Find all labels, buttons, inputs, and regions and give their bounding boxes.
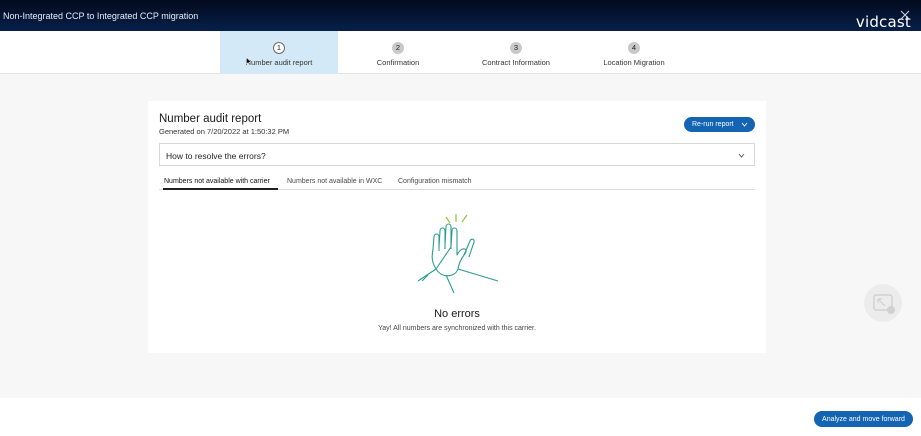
mouse-cursor-icon bbox=[246, 57, 252, 65]
step-number: 1 bbox=[273, 42, 285, 54]
step-confirmation[interactable]: 2 Confirmation bbox=[339, 31, 457, 74]
report-title: Number audit report bbox=[159, 113, 262, 125]
wizard-stepper: 1 Number audit report 2 Confirmation 3 C… bbox=[0, 31, 921, 74]
high-five-hand-illustration bbox=[417, 214, 499, 294]
rerun-report-label: Re-run report bbox=[692, 121, 734, 128]
step-number: 3 bbox=[510, 42, 522, 54]
step-location-migration[interactable]: 4 Location Migration bbox=[575, 31, 693, 74]
chevron-down-icon bbox=[741, 122, 748, 127]
tab-not-available-with-carrier[interactable]: Numbers not available with carrier bbox=[164, 178, 270, 185]
accordion-title: How to resolve the errors? bbox=[166, 151, 266, 161]
picture-in-picture-icon[interactable] bbox=[864, 284, 902, 322]
tab-configuration-mismatch[interactable]: Configuration mismatch bbox=[398, 178, 472, 185]
step-contract-information[interactable]: 3 Contract Information bbox=[457, 31, 575, 74]
pip-glyph-icon bbox=[873, 294, 895, 314]
step-number: 2 bbox=[392, 42, 404, 54]
step-number: 4 bbox=[628, 42, 640, 54]
step-number-audit-report[interactable]: 1 Number audit report bbox=[220, 31, 338, 74]
step-label: Number audit report bbox=[245, 58, 313, 67]
resolve-errors-accordion[interactable]: How to resolve the errors? bbox=[159, 143, 755, 166]
step-label: Location Migration bbox=[603, 58, 665, 67]
step-label: Contract Information bbox=[482, 58, 550, 67]
close-icon[interactable] bbox=[900, 10, 910, 20]
empty-state-title: No errors bbox=[434, 308, 480, 320]
report-card: Number audit report Generated on 7/20/20… bbox=[148, 101, 766, 353]
active-tab-indicator bbox=[163, 188, 278, 190]
analyze-and-move-forward-button[interactable]: Analyze and move forward bbox=[814, 411, 913, 427]
step-label: Confirmation bbox=[376, 58, 420, 67]
title-bar: Non-Integrated CCP to Integrated CCP mig… bbox=[0, 0, 921, 31]
window-title: Non-Integrated CCP to Integrated CCP mig… bbox=[3, 11, 199, 21]
rerun-report-button[interactable]: Re-run report bbox=[684, 117, 755, 132]
error-category-tabs: Numbers not available with carrier Numbe… bbox=[159, 175, 755, 190]
report-generated-date: Generated on 7/20/2022 at 1:50:32 PM bbox=[159, 127, 290, 136]
footer-bar bbox=[0, 398, 921, 436]
tab-not-available-in-wxc[interactable]: Numbers not available in WXC bbox=[287, 178, 382, 185]
chevron-down-icon bbox=[738, 153, 745, 158]
empty-state-message: Yay! All numbers are synchronized with t… bbox=[378, 325, 536, 332]
